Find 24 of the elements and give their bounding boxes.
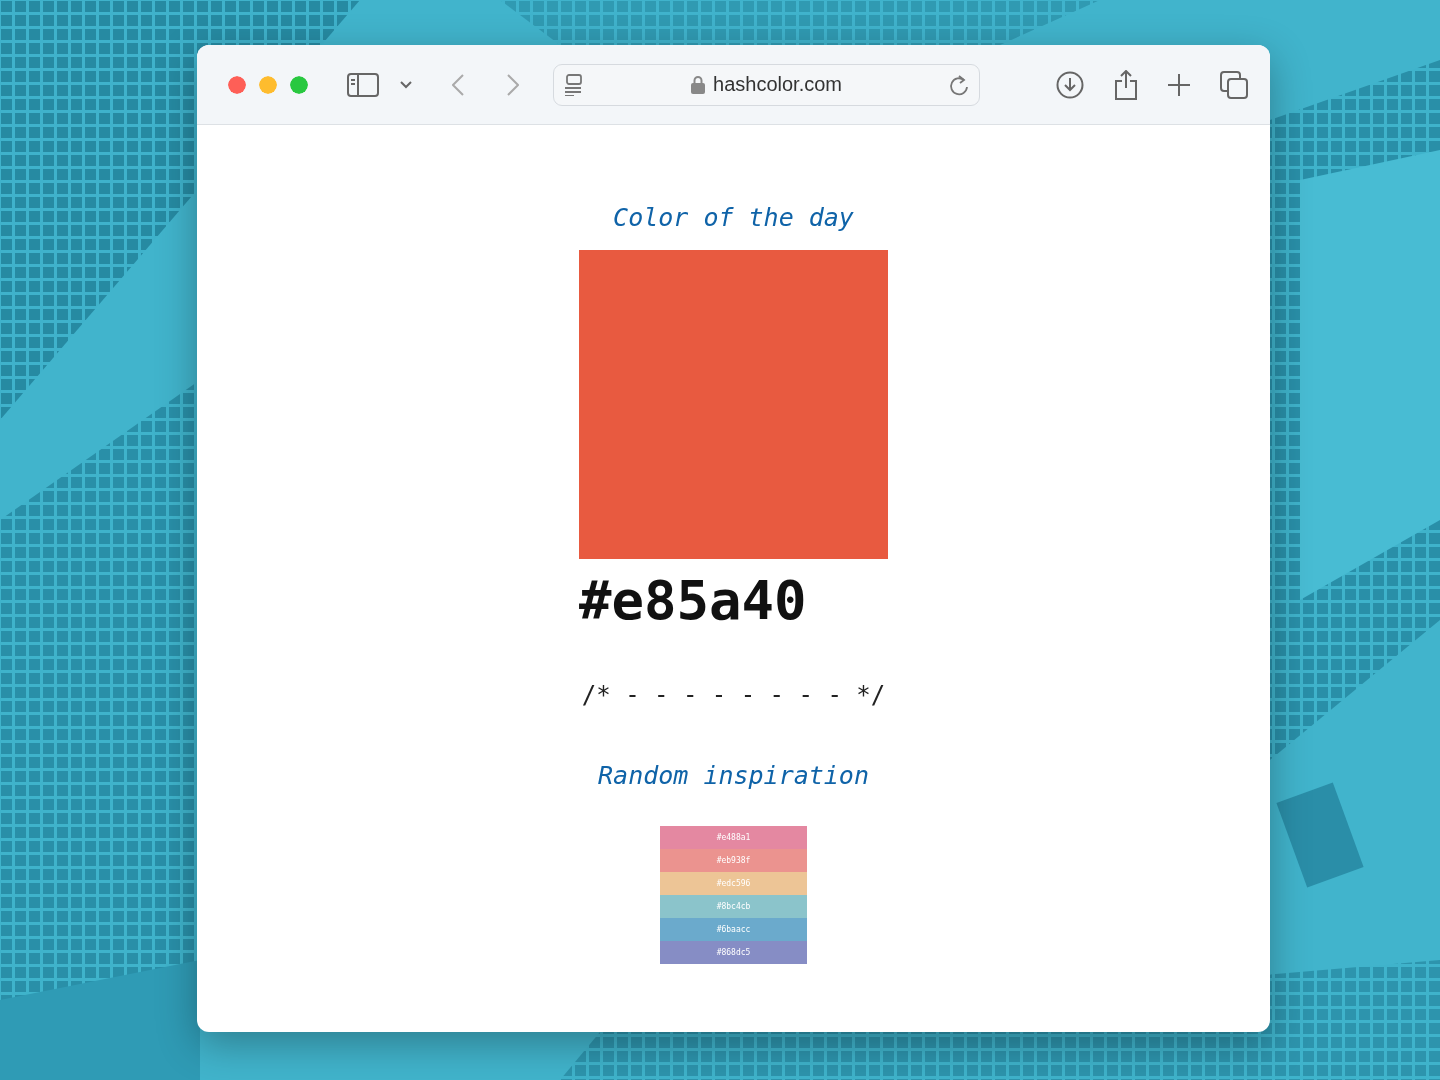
subheading: Random inspiration	[598, 761, 869, 790]
close-icon[interactable]	[228, 75, 246, 94]
palette-stripe[interactable]: #868dc5	[660, 941, 807, 964]
heading: Color of the day	[613, 203, 854, 232]
page-menu-icon[interactable]	[564, 73, 584, 96]
palette-stripe[interactable]: #8bc4cb	[660, 895, 807, 918]
share-icon[interactable]	[1114, 69, 1138, 100]
forward-icon[interactable]	[507, 73, 519, 96]
plus-icon[interactable]	[1168, 73, 1190, 96]
address-bar[interactable]: hashcolor.com	[553, 63, 980, 106]
palette-stripe[interactable]: #6baacc	[660, 918, 807, 941]
palette-stripe[interactable]: #edc596	[660, 872, 807, 895]
url-text: hashcolor.com	[713, 73, 842, 96]
back-icon[interactable]	[452, 73, 464, 96]
reload-icon[interactable]	[949, 73, 969, 96]
hex-code: #e85a40	[579, 569, 808, 633]
lock-icon	[691, 75, 705, 94]
palette-stripe[interactable]: #eb938f	[660, 849, 807, 872]
separator-text: /* - - - - - - - - */	[581, 681, 886, 709]
tabs-icon[interactable]	[1220, 70, 1248, 99]
palette-stripe[interactable]: #e488a1	[660, 826, 807, 849]
chevron-down-icon[interactable]	[400, 80, 412, 89]
sidebar-icon[interactable]	[347, 72, 379, 97]
download-icon[interactable]	[1056, 70, 1084, 99]
